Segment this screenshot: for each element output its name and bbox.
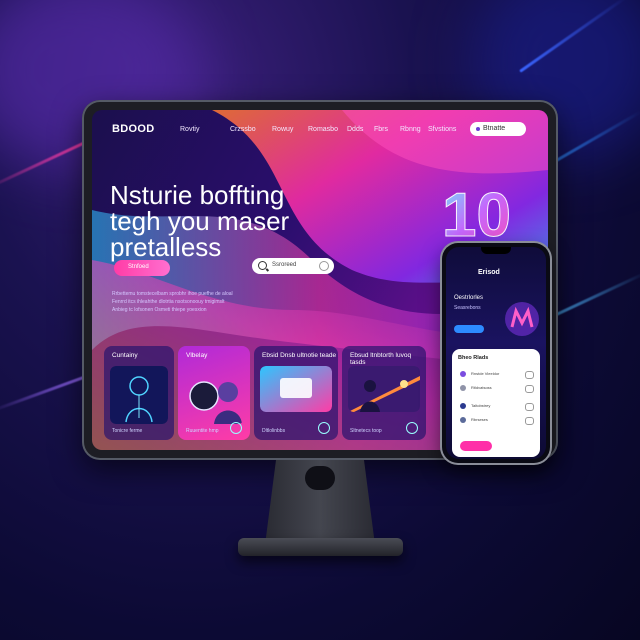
toggle-icon[interactable] — [525, 385, 534, 393]
panel-title: Bheo Rlads — [458, 355, 489, 361]
list-item-avatar — [460, 417, 466, 423]
phone-hero-graphic — [505, 302, 539, 336]
nav-link[interactable]: Rbnng — [400, 126, 421, 133]
list-item[interactable]: Rbrseses — [460, 415, 534, 427]
card-image-warrior — [348, 366, 420, 412]
card-title: Vlbelay — [186, 352, 208, 359]
nav-link[interactable]: Rovtiy — [180, 126, 199, 133]
list-item[interactable]: Rnstde Vieeldor — [460, 369, 534, 381]
content-card[interactable]: Ebsud ltnbtorth luvoq tasds Sltnetecs to… — [342, 346, 426, 440]
card-title: Ebsud ltnbtorth luvoq tasds — [350, 352, 412, 366]
phone-heading: Oestrlorles — [454, 295, 484, 301]
monitor-stand-hole — [305, 466, 335, 490]
search-icon — [258, 261, 267, 270]
nav-cta-button[interactable]: Btnatte — [470, 122, 526, 136]
search-submit-icon[interactable] — [319, 261, 329, 271]
card-image-cyborg — [110, 366, 168, 424]
list-item-avatar — [460, 385, 466, 391]
list-item[interactable]: Taltobstrey — [460, 401, 534, 413]
phone-list-panel: Bheo Rlads Rnstde Vieeldor Rtldvatsoss T… — [452, 349, 540, 457]
list-item-label: Taltobstrey — [471, 403, 491, 408]
hero-title-line: tegh you maser — [110, 206, 290, 236]
card-image-gradient — [260, 366, 332, 412]
nav-link[interactable]: Fbrs — [374, 126, 388, 133]
card-meta: Tonicre ferme — [112, 428, 143, 434]
top-navbar: BDOOD Rovtiy Crzssbo Rowuy Romasbo Ddds … — [92, 110, 548, 144]
toggle-icon[interactable] — [525, 403, 534, 411]
card-arrow-icon[interactable] — [406, 422, 418, 434]
card-meta: Ruuentite hmp — [186, 428, 219, 434]
list-item-label: Rnstde Vieeldor — [471, 371, 500, 376]
content-card[interactable]: Ebsid Dnsb ultnotie teade Dltlolinbbs — [254, 346, 338, 440]
hero-primary-button[interactable]: Stnfoed — [114, 260, 170, 276]
card-title: Ebsid Dnsb ultnotie teade — [262, 352, 337, 359]
monitor-stand-base — [238, 538, 403, 556]
hero-description-line: Fenrrd itcs ihleahthe dlotrtia nsotsonoo… — [112, 299, 225, 305]
phone-subheading: Seasrebons — [454, 305, 481, 311]
numeral-3d-graphic: 10 — [442, 181, 512, 249]
user-icon — [476, 127, 480, 131]
toggle-icon[interactable] — [525, 417, 534, 425]
hero-title-line: pretalless — [110, 232, 222, 262]
list-item-avatar — [460, 403, 466, 409]
nav-link[interactable]: Crzssbo — [230, 126, 256, 133]
list-item-label: Rtldvatsoss — [471, 385, 492, 390]
nav-link[interactable]: Romasbo — [308, 126, 338, 133]
phone-mockup: Erisod Oestrlorles Seasrebons Bheo Rlads… — [442, 243, 550, 463]
card-arrow-icon[interactable] — [318, 422, 330, 434]
hero-title: Nsturie boffting tegh you maser pretalle… — [110, 182, 410, 260]
nav-link[interactable]: Rowuy — [272, 126, 293, 133]
phone-cta-button[interactable] — [460, 441, 492, 451]
hero-button-label: Stnfoed — [128, 264, 149, 270]
content-card[interactable]: Cuntainy Tonicre ferme — [104, 346, 174, 440]
hero-description: Rrbettemu tomstecelbam sprobhr ihoe puef… — [112, 290, 252, 314]
toggle-icon[interactable] — [525, 371, 534, 379]
numeral-text: 10 — [442, 181, 511, 248]
list-item-avatar — [460, 371, 466, 377]
phone-screen: Erisod Oestrlorles Seasrebons Bheo Rlads… — [446, 247, 546, 459]
card-arrow-icon[interactable] — [230, 422, 242, 434]
card-title: Cuntainy — [112, 352, 138, 359]
search-value: Ssroreed — [272, 262, 297, 268]
list-item-label: Rbrseses — [471, 417, 488, 422]
hero-title-line: Nsturie boffting — [110, 180, 285, 210]
phone-primary-button[interactable] — [454, 325, 484, 333]
card-meta: Dltlolinbbs — [262, 428, 286, 434]
content-card[interactable]: Vlbelay Ruuentite hmp — [178, 346, 250, 440]
list-item[interactable]: Rtldvatsoss — [460, 383, 534, 395]
nav-link[interactable]: Sfvstions — [428, 126, 456, 133]
nav-link[interactable]: Ddds — [347, 126, 363, 133]
nav-cta-label: Btnatte — [483, 125, 506, 132]
hero-description-line: Anbieg tc lofsonen Osmeti thiepe yoesxio… — [112, 307, 207, 313]
card-meta: Sltnetecs toop — [350, 428, 382, 434]
phone-logo[interactable]: Erisod — [478, 269, 500, 276]
brand-logo[interactable]: BDOOD — [112, 123, 154, 135]
hero-description-line: Rrbettemu tomstecelbam sprobhr ihoe puef… — [112, 291, 233, 297]
card-image-astronaut — [189, 381, 242, 424]
search-input[interactable]: Ssroreed — [252, 258, 334, 274]
phone-notch — [481, 247, 511, 254]
